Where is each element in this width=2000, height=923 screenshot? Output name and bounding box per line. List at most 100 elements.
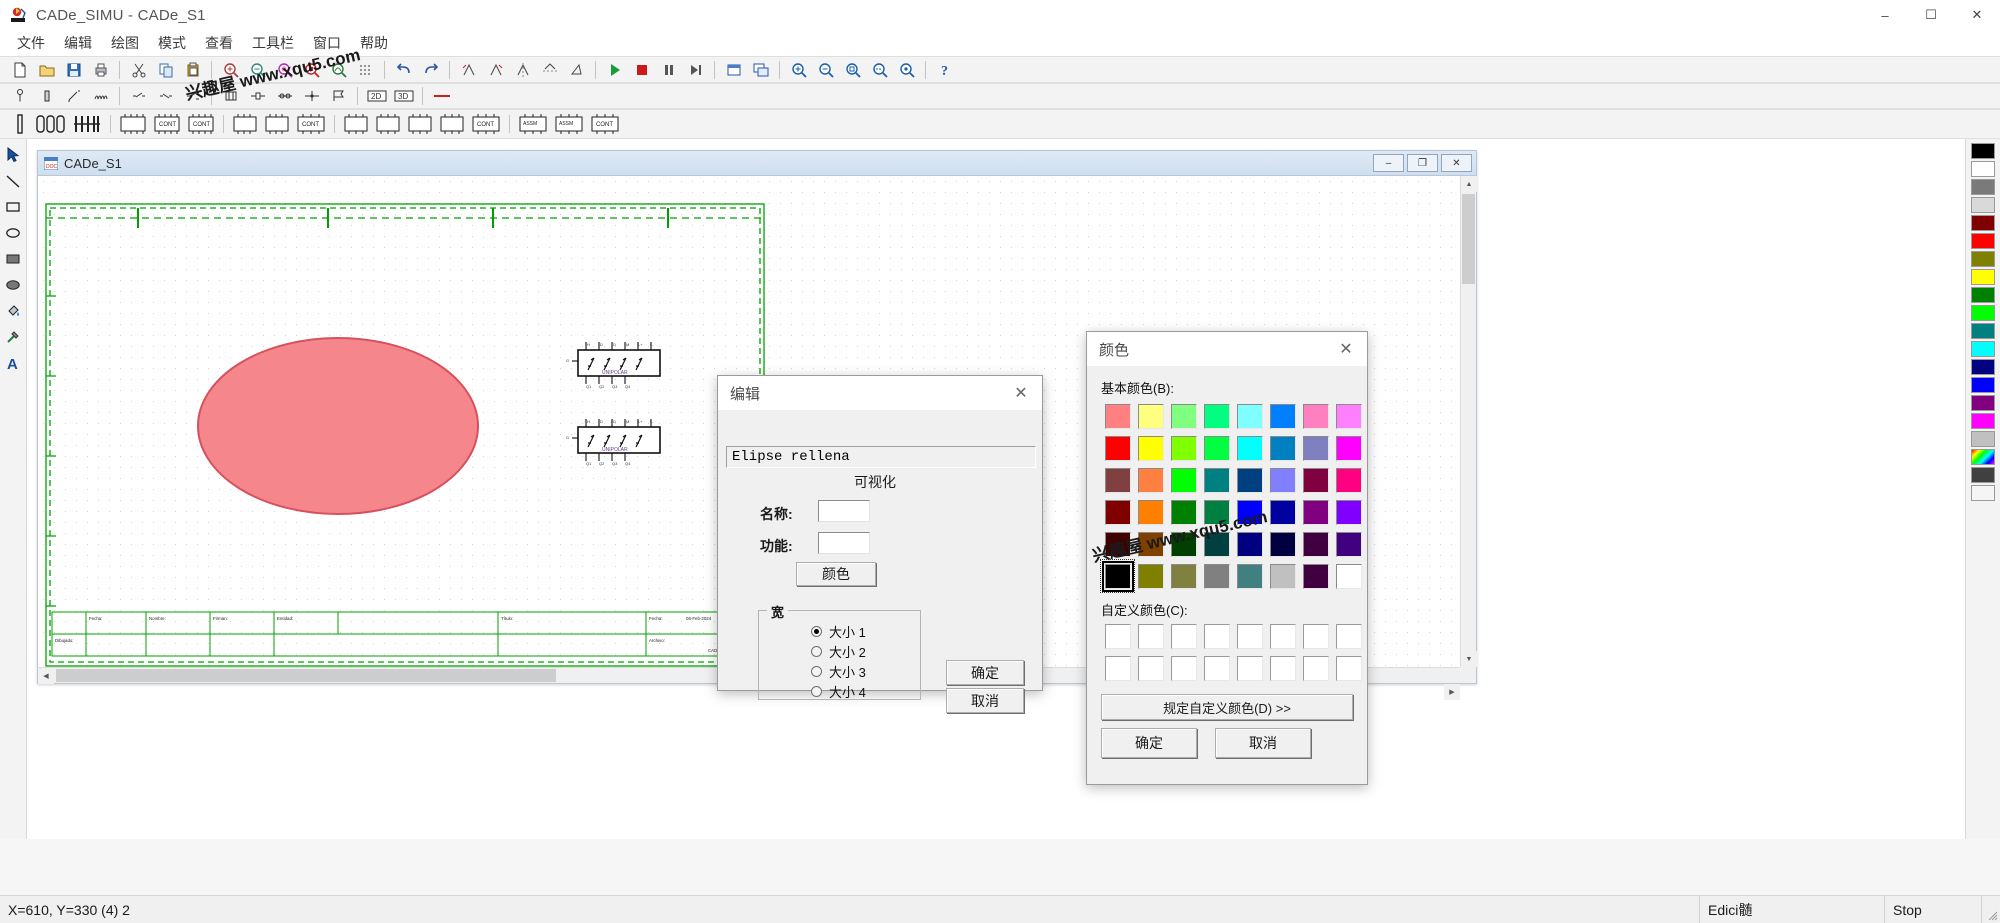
contact-changeover-icon[interactable] (180, 85, 205, 107)
basic-color-swatch-34[interactable] (1167, 528, 1200, 560)
basic-color-swatch-24[interactable] (1101, 496, 1134, 528)
width-option-4[interactable]: 大小 4 (811, 682, 866, 701)
menu-mode[interactable]: 模式 (149, 30, 195, 56)
mirror-horizontal-icon[interactable] (537, 59, 562, 81)
basic-color-swatch-39[interactable] (1332, 528, 1365, 560)
custom-color-swatch-1[interactable] (1134, 620, 1167, 652)
palette-swatch-green[interactable] (1971, 287, 1995, 303)
edit-dialog-close-icon[interactable]: ✕ (1000, 376, 1042, 410)
radio-size-3[interactable] (811, 666, 822, 677)
motor-box-icon[interactable] (117, 113, 149, 135)
basic-color-swatch-38[interactable] (1299, 528, 1332, 560)
junction-icon[interactable] (299, 85, 324, 107)
basic-color-swatch-45[interactable] (1266, 560, 1299, 592)
basic-color-swatch-12[interactable] (1233, 432, 1266, 464)
zoom-area-icon[interactable] (867, 59, 892, 81)
close-button[interactable]: ✕ (1954, 0, 2000, 30)
basic-color-swatch-13[interactable] (1266, 432, 1299, 464)
zoom-find-icon[interactable] (299, 59, 324, 81)
function-input[interactable] (818, 532, 870, 554)
fuse-symbol-icon[interactable] (34, 85, 59, 107)
ellipse-icon[interactable] (1, 221, 25, 245)
width-option-2[interactable]: 大小 2 (811, 642, 866, 661)
custom-color-swatch-11[interactable] (1200, 652, 1233, 684)
name-input[interactable] (818, 500, 870, 522)
cursor-arrow-icon[interactable] (1, 143, 25, 167)
child-minimize-button[interactable]: – (1373, 154, 1404, 172)
basic-color-swatch-20[interactable] (1233, 464, 1266, 496)
radio-size-4[interactable] (811, 686, 822, 697)
basic-color-swatch-27[interactable] (1200, 496, 1233, 528)
page-2d-icon[interactable]: 2D (364, 85, 389, 107)
edit-dialog-title-bar[interactable]: 编辑 ✕ (718, 376, 1042, 410)
assembly-cont-icon[interactable]: CONT (588, 113, 622, 135)
basic-color-swatch-2[interactable] (1167, 400, 1200, 432)
palette-swatch-maroon[interactable] (1971, 215, 1995, 231)
relay-box-icon[interactable] (230, 113, 260, 135)
supply-multi-icon[interactable] (70, 113, 104, 135)
custom-color-swatch-3[interactable] (1200, 620, 1233, 652)
contactor-cont-icon[interactable]: CONT (151, 113, 183, 135)
color-button[interactable]: 颜色 (796, 562, 876, 586)
basic-color-swatch-5[interactable] (1266, 400, 1299, 432)
basic-color-swatch-37[interactable] (1266, 528, 1299, 560)
basic-color-swatch-7[interactable] (1332, 400, 1365, 432)
zoom-color-icon[interactable] (272, 59, 297, 81)
flag-icon[interactable] (326, 85, 351, 107)
ground-symbol-icon[interactable] (7, 85, 32, 107)
palette-swatch-lime[interactable] (1971, 305, 1995, 321)
palette-swatch-yellow[interactable] (1971, 269, 1995, 285)
canvas-filled-ellipse[interactable] (197, 337, 479, 515)
resize-grip-icon[interactable] (1982, 896, 2000, 923)
child-close-button[interactable]: ✕ (1441, 154, 1472, 172)
window-tile-icon[interactable] (721, 59, 746, 81)
zoom-fit-icon[interactable] (840, 59, 865, 81)
switch-symbol-icon[interactable] (61, 85, 86, 107)
basic-color-swatch-16[interactable] (1101, 464, 1134, 496)
step-icon[interactable] (683, 59, 708, 81)
color-ok-button[interactable]: 确定 (1101, 728, 1197, 758)
basic-color-swatch-8[interactable] (1101, 432, 1134, 464)
basic-color-swatch-30[interactable] (1299, 496, 1332, 528)
basic-color-swatch-32[interactable] (1101, 528, 1134, 560)
radio-size-2[interactable] (811, 646, 822, 657)
basic-color-swatch-1[interactable] (1134, 400, 1167, 432)
terminal-icon[interactable] (218, 85, 243, 107)
block-a-icon[interactable] (341, 113, 371, 135)
rectangle-icon[interactable] (1, 195, 25, 219)
block-d-icon[interactable] (437, 113, 467, 135)
basic-color-swatch-44[interactable] (1233, 560, 1266, 592)
basic-color-swatch-4[interactable] (1233, 400, 1266, 432)
width-option-1[interactable]: 大小 1 (811, 622, 866, 641)
basic-color-swatch-40[interactable] (1100, 559, 1135, 593)
scroll-up-arrow[interactable]: ▲ (1461, 176, 1477, 192)
supply-triple-icon[interactable] (34, 113, 68, 135)
menu-help[interactable]: 帮助 (351, 30, 397, 56)
custom-color-swatch-2[interactable] (1167, 620, 1200, 652)
custom-color-swatch-7[interactable] (1332, 620, 1365, 652)
horizontal-scroll-thumb[interactable] (56, 669, 556, 682)
mirror-diagonal-icon[interactable] (564, 59, 589, 81)
palette-swatch-magenta[interactable] (1971, 413, 1995, 429)
palette-swatch-black[interactable] (1971, 143, 1995, 159)
palette-swatch-rainbow[interactable] (1971, 449, 1995, 465)
basic-color-swatch-3[interactable] (1200, 400, 1233, 432)
paste-icon[interactable] (180, 59, 205, 81)
custom-color-swatch-5[interactable] (1266, 620, 1299, 652)
menu-draw[interactable]: 绘图 (102, 30, 148, 56)
palette-swatch-offwhite[interactable] (1971, 485, 1995, 501)
basic-color-swatch-6[interactable] (1299, 400, 1332, 432)
cut-icon[interactable] (126, 59, 151, 81)
menu-window[interactable]: 窗口 (304, 30, 350, 56)
basic-color-swatch-11[interactable] (1200, 432, 1233, 464)
palette-swatch-lightgray[interactable] (1971, 197, 1995, 213)
basic-color-swatch-14[interactable] (1299, 432, 1332, 464)
block-cont-icon[interactable]: CONT (469, 113, 503, 135)
mirror-vertical-icon[interactable] (510, 59, 535, 81)
assembly-a-icon[interactable]: ASSM (516, 113, 550, 135)
basic-color-swatch-47[interactable] (1332, 560, 1365, 592)
basic-color-swatch-18[interactable] (1167, 464, 1200, 496)
filled-rectangle-icon[interactable] (1, 247, 25, 271)
palette-swatch-cyan[interactable] (1971, 341, 1995, 357)
menu-toolbars[interactable]: 工具栏 (243, 30, 303, 56)
